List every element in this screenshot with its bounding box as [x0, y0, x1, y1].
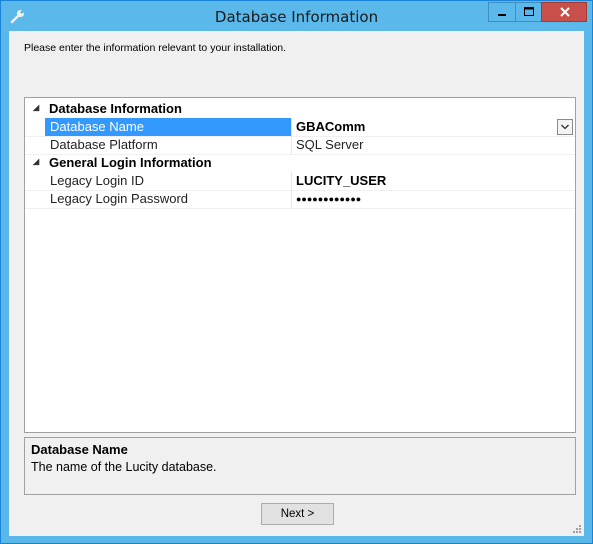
- database-name-dropdown-button[interactable]: [557, 119, 573, 135]
- close-icon: [560, 7, 570, 17]
- collapse-triangle-icon[interactable]: ◢: [33, 157, 39, 166]
- title-bar[interactable]: Database Information: [1, 1, 592, 31]
- property-row-legacy-login-id[interactable]: Legacy Login ID LUCITY_USER: [25, 172, 575, 191]
- property-name[interactable]: Legacy Login ID: [45, 172, 291, 190]
- instruction-text: Please enter the information relevant to…: [24, 42, 287, 54]
- category-label: General Login Information: [49, 155, 212, 170]
- resize-grip-icon[interactable]: [572, 524, 582, 534]
- description-panel: Database Name The name of the Lucity dat…: [24, 437, 576, 495]
- close-button[interactable]: [541, 2, 587, 22]
- collapse-triangle-icon[interactable]: ◢: [33, 103, 39, 112]
- property-name[interactable]: Database Platform: [45, 136, 291, 154]
- category-database-information[interactable]: ◢ Database Information: [25, 100, 575, 118]
- minimize-icon: [498, 14, 506, 16]
- database-name-value[interactable]: GBAComm: [292, 118, 575, 136]
- client-area: Please enter the information relevant to…: [9, 31, 584, 536]
- category-general-login-information[interactable]: ◢ General Login Information: [25, 154, 575, 172]
- description-title: Database Name: [31, 442, 128, 457]
- maximize-button[interactable]: [515, 2, 541, 22]
- next-button[interactable]: Next >: [261, 503, 334, 525]
- property-grid[interactable]: ◢ Database Information Database Name GBA…: [24, 97, 576, 433]
- property-name[interactable]: Database Name: [45, 118, 291, 136]
- property-row-legacy-login-password[interactable]: Legacy Login Password ●●●●●●●●●●●●: [25, 190, 575, 209]
- property-name[interactable]: Legacy Login Password: [45, 190, 291, 208]
- description-text: The name of the Lucity database.: [31, 460, 217, 474]
- property-row-database-platform[interactable]: Database Platform SQL Server: [25, 136, 575, 155]
- legacy-login-id-value[interactable]: LUCITY_USER: [292, 172, 575, 190]
- maximize-icon: [524, 7, 534, 16]
- category-label: Database Information: [49, 101, 182, 116]
- database-platform-value[interactable]: SQL Server: [292, 136, 575, 154]
- minimize-button[interactable]: [488, 2, 515, 22]
- chevron-down-icon: [561, 124, 569, 130]
- property-row-database-name[interactable]: Database Name GBAComm: [25, 118, 575, 137]
- installer-window: Database Information Please enter the in…: [0, 0, 593, 544]
- legacy-login-password-value[interactable]: ●●●●●●●●●●●●: [292, 190, 575, 208]
